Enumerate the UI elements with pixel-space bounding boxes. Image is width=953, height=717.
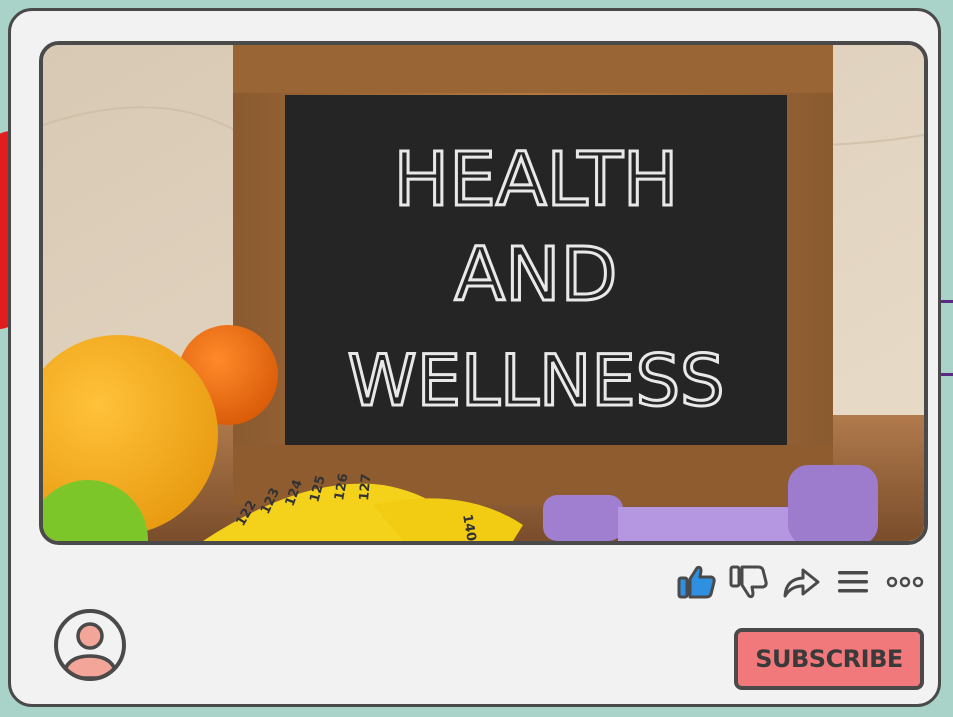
board-line-2: AND [455,232,618,318]
dislike-button[interactable] [728,564,770,600]
queue-button[interactable] [832,564,874,600]
thumbnail-image: HEALTH AND WELLNESS 122 123 124 125 126 … [43,45,924,541]
board-line-1: HEALTH [394,137,679,223]
video-card: HEALTH AND WELLNESS 122 123 124 125 126 … [8,8,941,707]
share-arrow-icon [783,568,820,598]
menu-lines-icon [838,571,868,593]
action-bar [676,564,926,600]
like-button[interactable] [676,564,718,600]
subscribe-button[interactable]: SUBSCRIBE [734,628,924,690]
user-avatar-icon [54,609,126,681]
tape-number: 127 [357,473,374,501]
share-button[interactable] [780,564,822,600]
thumbs-down-icon [729,565,768,599]
board-line-3: WELLNESS [348,340,725,422]
more-button[interactable] [884,564,926,600]
more-dots-icon [886,576,924,588]
channel-avatar[interactable] [51,606,129,684]
thumbs-up-icon [677,565,716,599]
video-thumbnail[interactable]: HEALTH AND WELLNESS 122 123 124 125 126 … [39,41,928,545]
